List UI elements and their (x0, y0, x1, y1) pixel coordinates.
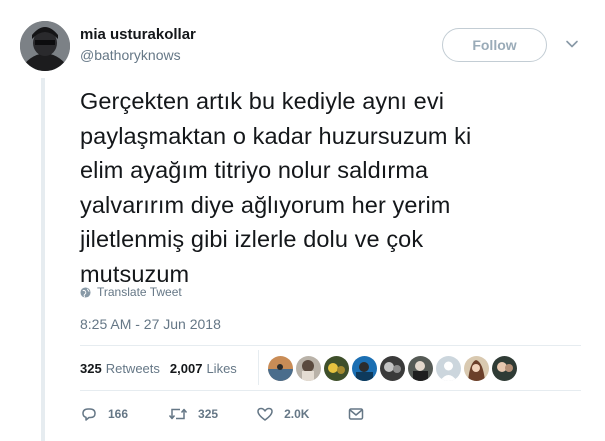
liker-avatar[interactable] (492, 356, 517, 381)
divider (80, 345, 581, 346)
avatar[interactable] (20, 21, 70, 71)
liker-avatar[interactable] (296, 356, 321, 381)
retweet-icon (168, 408, 188, 420)
tweet-actions: 166 325 2.0K (80, 405, 375, 423)
retweets-label[interactable]: Retweets (106, 361, 160, 376)
direct-message-button[interactable] (347, 405, 375, 423)
tweet-line: jiletlenmiş gibi izlerle dolu ve çok (80, 226, 424, 252)
display-name[interactable]: mia usturakollar (80, 26, 196, 43)
retweet-button[interactable]: 325 (168, 405, 218, 423)
reply-count: 166 (108, 407, 129, 421)
liker-avatar[interactable] (324, 356, 349, 381)
follow-button[interactable]: Follow (442, 28, 547, 62)
liker-avatar[interactable] (352, 356, 377, 381)
tweet-timestamp[interactable]: 8:25 AM - 27 Jun 2018 (80, 316, 221, 332)
liker-avatar-default[interactable] (436, 356, 461, 381)
tweet-line: elim ayağım titriyo nolur saldırma (80, 157, 429, 183)
like-count: 2.0K (284, 407, 310, 421)
retweet-count: 325 (198, 407, 219, 421)
tweet-stats: 325 Retweets 2,007 Likes (80, 361, 247, 376)
thread-line (41, 78, 45, 441)
reply-button[interactable]: 166 (80, 405, 128, 423)
likes-count[interactable]: 2,007 (170, 361, 203, 376)
divider (80, 390, 581, 391)
translate-label: Translate Tweet (97, 285, 182, 299)
like-button[interactable]: 2.0K (256, 405, 309, 423)
stats-separator (258, 350, 259, 385)
tweet-line: Gerçekten artık bu kediyle aynı evi (80, 88, 445, 114)
liker-avatar[interactable] (380, 356, 405, 381)
globe-icon (80, 286, 91, 298)
direct-message-icon (349, 408, 364, 420)
liker-avatar[interactable] (268, 356, 293, 381)
tweet-text: Gerçekten artık bu kediyle aynı evi payl… (80, 84, 585, 291)
tweet-line: yalvarırım diye ağlıyorum her yerim (80, 191, 451, 218)
translate-tweet-link[interactable]: Translate Tweet (80, 285, 182, 299)
likes-label[interactable]: Likes (206, 361, 236, 376)
reply-icon (82, 408, 96, 421)
liker-avatar[interactable] (464, 356, 489, 381)
liker-avatar[interactable] (408, 356, 433, 381)
chevron-down-icon[interactable] (565, 37, 579, 51)
retweets-count[interactable]: 325 (80, 361, 102, 376)
heart-icon (257, 407, 273, 421)
user-handle[interactable]: @bathoryknows (80, 47, 181, 63)
tweet-line: paylaşmaktan o kadar huzursuzum ki (80, 122, 472, 149)
liker-avatars (268, 356, 517, 381)
